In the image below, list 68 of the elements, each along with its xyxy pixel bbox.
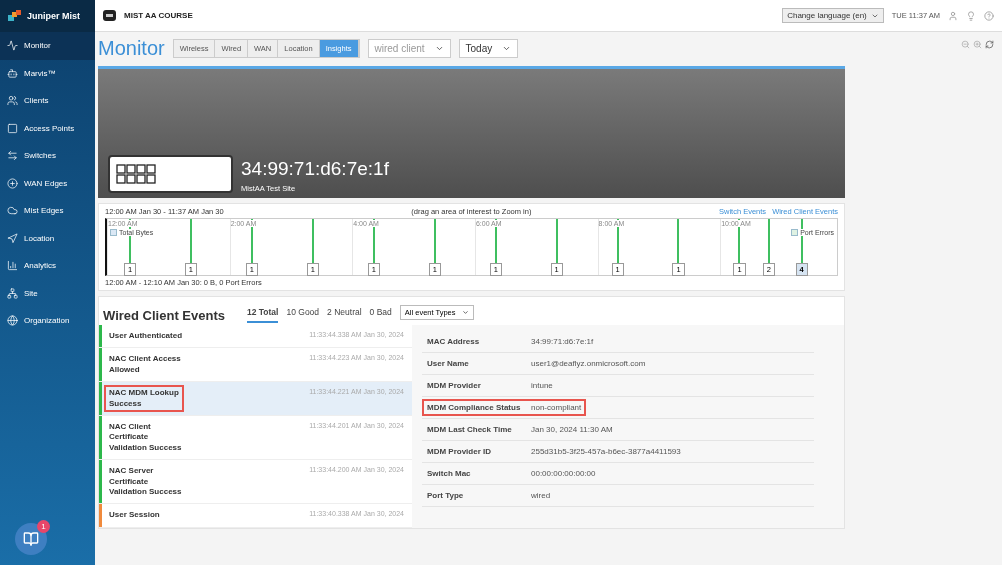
lightbulb-icon[interactable]: [966, 10, 976, 21]
notification-badge: 1: [37, 520, 50, 533]
event-name: NAC MDM Lookup Success: [104, 385, 184, 412]
client-mac: 34:99:71:d6:7e:1f: [241, 158, 389, 180]
nav-item[interactable]: WAN Edges: [0, 169, 95, 197]
event-name: User Authenticated: [108, 330, 184, 342]
plus-circle-icon: [7, 177, 18, 189]
help-chat-button[interactable]: 1: [15, 523, 47, 555]
nav-item[interactable]: Switches: [0, 142, 95, 170]
caret-icon: [461, 309, 469, 316]
globe-icon: [7, 315, 18, 327]
square-icon: [7, 122, 18, 134]
nav-item[interactable]: Location: [0, 224, 95, 252]
network-icon: [7, 287, 18, 299]
nav-item[interactable]: Mist Edges: [0, 197, 95, 225]
nav-item[interactable]: Access Points: [0, 114, 95, 142]
page-title: Monitor: [98, 36, 165, 60]
event-name: NAC Client Certificate Validation Success: [108, 420, 183, 454]
detail-value: non-compliant: [531, 403, 582, 412]
event-name: User Session: [108, 509, 161, 522]
nav-item[interactable]: Analytics: [0, 252, 95, 280]
user-icon[interactable]: [948, 10, 958, 21]
detail-value: user1@deaflyz.onmicrosoft.com: [531, 359, 646, 368]
detail-label: MDM Provider ID: [427, 447, 492, 456]
nav-item[interactable]: Clients: [0, 87, 95, 115]
detail-value: intune: [531, 381, 553, 390]
event-filter-tab[interactable]: 10 Good: [286, 307, 320, 323]
logo-icon: [8, 10, 22, 22]
period-select[interactable]: Today: [458, 38, 519, 58]
detail-value: 255d31b5-3f25-457a-b6ec-3877a4411593: [531, 447, 681, 456]
detail-label: Switch Mac: [427, 469, 472, 478]
users-icon: [7, 95, 18, 107]
detail-label: Port Type: [427, 491, 465, 500]
detail-label: MDM Compliance Status: [427, 403, 522, 412]
switch-icon: [108, 155, 233, 193]
detail-label: User Name: [427, 359, 470, 368]
zoom-out-icon[interactable]: [961, 40, 970, 49]
zoom-in-icon[interactable]: [973, 40, 982, 49]
help-icon[interactable]: [984, 10, 994, 21]
detail-value: Jan 30, 2024 11:30 AM: [531, 425, 613, 434]
book-icon: [23, 531, 39, 547]
event-filter-tab[interactable]: 12 Total: [246, 307, 279, 323]
refresh-icon[interactable]: [985, 40, 994, 49]
event-name: NAC Client Access Allowed: [108, 353, 182, 376]
detail-value: 00:00:00:00:00:00: [531, 469, 596, 478]
brand-name: Juniper Mist: [27, 11, 80, 21]
navigation-icon: [7, 232, 18, 244]
org-icon: [103, 10, 116, 21]
detail-value: wired: [531, 491, 551, 500]
nav-item[interactable]: Site: [0, 279, 95, 307]
cloud-icon: [7, 205, 18, 217]
detail-label: MAC Address: [427, 337, 481, 346]
event-name: NAC Server Certificate Validation Success: [108, 465, 183, 498]
detail-label: MDM Last Check Time: [427, 425, 513, 434]
section-title: Wired Client Events: [103, 307, 225, 323]
nav-item[interactable]: Organization: [0, 307, 95, 335]
detail-value: 34:99:71:d6:7e:1f: [531, 337, 594, 346]
event-filter-tab[interactable]: 0 Bad: [369, 307, 392, 323]
bar-chart-icon: [7, 260, 18, 272]
nav-item[interactable]: Marvis™: [0, 59, 95, 87]
arrows-icon: [7, 150, 18, 162]
language-select[interactable]: Change language (en): [782, 8, 884, 23]
event-filter-tab[interactable]: 2 Neutral: [327, 307, 362, 323]
pulse-icon: [7, 40, 18, 52]
org-name: MIST AA COURSE: [124, 11, 194, 20]
robot-icon: [7, 67, 18, 79]
nav-item[interactable]: Monitor: [0, 32, 95, 60]
detail-label: MDM Provider: [427, 381, 482, 390]
